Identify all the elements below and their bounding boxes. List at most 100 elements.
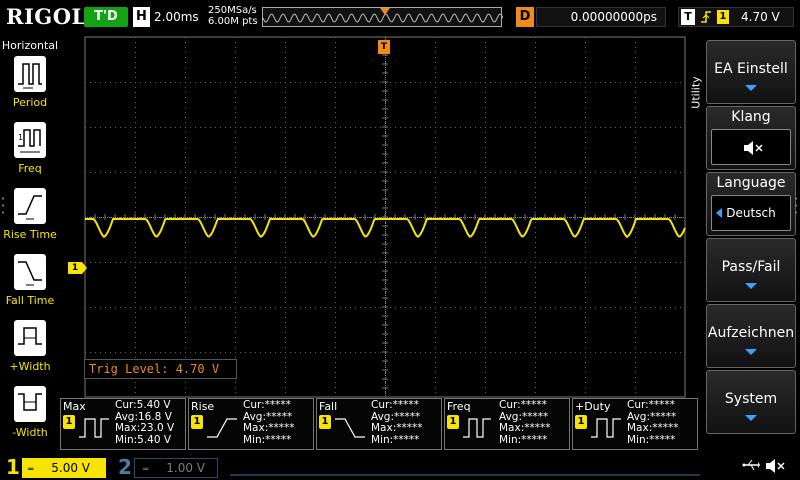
stat-min: Min:***** (499, 433, 548, 446)
measurement-channel-badge: 1 (319, 415, 331, 429)
language-select[interactable]: Deutsch (711, 195, 791, 231)
measure-panel: Horizontal Period 1 Freq Rise Time Fall … (0, 36, 60, 450)
language-button[interactable]: Language Deutsch (706, 172, 796, 236)
aufzeichnen-button[interactable]: Aufzeichnen (706, 304, 796, 368)
ch1-number: 1 (6, 455, 20, 479)
system-label: System (724, 391, 778, 407)
klang-label: Klang (731, 109, 771, 125)
minus-width-icon (14, 386, 46, 422)
ch2-scale[interactable]: ═ 1.00 V (134, 458, 218, 478)
ea-einstell-button[interactable]: EA Einstell (706, 40, 796, 104)
ch1-scale-value: 5.00 V (51, 461, 90, 475)
utility-menu: Utility EA Einstell Klang Language Deuts… (686, 36, 800, 450)
fall-time-icon (335, 418, 365, 438)
measurement-rise[interactable]: Rise 1 Cur:***** Avg:***** Max:***** Min… (188, 398, 314, 450)
aufzeichnen-label: Aufzeichnen (707, 325, 795, 341)
pass-fail-button[interactable]: Pass/Fail (706, 238, 796, 302)
stat-cur: Cur:***** (499, 399, 547, 411)
measurement-name: Freq (447, 400, 471, 413)
chevron-left-icon (716, 208, 722, 218)
measurement-stats: Cur:5.40 V Avg:16.8 V Max:23.0 V Min:5.4… (115, 399, 175, 446)
chevron-down-icon (745, 283, 757, 289)
bottom-divider (230, 474, 700, 476)
stat-max: Max:***** (371, 422, 423, 434)
rigol-logo: RIGOL (6, 4, 87, 29)
speaker-mute-icon (744, 141, 763, 155)
system-button[interactable]: System (706, 370, 796, 434)
stat-max: Max:***** (243, 422, 295, 434)
stat-min: Min:5.40 V (115, 433, 172, 446)
ea-einstell-label: EA Einstell (714, 61, 788, 77)
page-dots-right: • • • (794, 195, 799, 217)
run-state-badge[interactable]: T'D (84, 7, 128, 27)
period-button[interactable]: Period (2, 56, 58, 118)
delay-badge: D (516, 7, 534, 27)
klang-button[interactable]: Klang (706, 106, 796, 170)
svg-text:1: 1 (18, 133, 23, 142)
measurement-plus-duty[interactable]: +Duty 1 Cur:***** Avg:***** Max:***** Mi… (572, 398, 698, 450)
measurement-channel-badge: 1 (191, 415, 203, 429)
plus-width-label: +Width (9, 360, 51, 373)
measurement-stats: Cur:***** Avg:***** Max:***** Min:***** (627, 399, 679, 446)
measurement-name: Rise (191, 400, 215, 413)
trig-level-readout: Trig Level: 4.70 V (84, 359, 237, 379)
stat-cur: Cur:***** (243, 399, 291, 411)
measurement-stats: Cur:***** Avg:***** Max:***** Min:***** (243, 399, 295, 446)
memory-overview-bar[interactable] (262, 7, 503, 27)
freq-label: Freq (18, 162, 42, 175)
measurement-channel-badge: 1 (575, 415, 587, 429)
delay-value[interactable]: 0.00000000ps (536, 7, 666, 27)
fall-time-label: Fall Time (5, 294, 55, 307)
sample-rate: 250MSa/s (208, 5, 257, 16)
menu-tab: Utility (686, 36, 706, 166)
plus-width-icon (14, 320, 46, 356)
ch1-scale: ═ 5.00 V (22, 458, 106, 478)
timebase-value[interactable]: 2.00ms (154, 10, 199, 24)
plus-duty-icon (591, 418, 621, 438)
measurement-channel-badge: 1 (447, 415, 459, 429)
trigger-status[interactable]: T 1 4.70 V (678, 7, 794, 27)
stat-cur: Cur:***** (371, 399, 419, 411)
trigger-badge: T (681, 9, 695, 25)
page-dots-left: • • • (1, 195, 6, 217)
menu-tab-label: Utility (689, 76, 703, 109)
rise-time-button[interactable]: Rise Time (2, 188, 58, 250)
freq-icon: 1 (14, 122, 46, 158)
stat-min: Min:***** (627, 433, 676, 446)
klang-toggle[interactable] (711, 129, 791, 165)
chevron-down-icon (745, 415, 757, 421)
stat-min: Min:***** (243, 433, 292, 446)
period-icon (14, 56, 46, 92)
rise-time-icon (14, 188, 46, 224)
stat-max: Max:23.0 V (115, 422, 175, 434)
ch1-offset-marker[interactable]: 1 (68, 262, 87, 274)
measurement-max[interactable]: Max 1 Cur:5.40 V Avg:16.8 V Max:23.0 V M… (60, 398, 186, 450)
language-label: Language (716, 175, 786, 191)
minus-width-button[interactable]: -Width (2, 386, 58, 448)
chevron-down-icon (745, 85, 757, 91)
fall-time-button[interactable]: Fall Time (2, 254, 58, 316)
measurement-channel-badge: 1 (63, 415, 75, 429)
dc-coupling-icon: ═ (28, 465, 34, 475)
trigger-position-marker[interactable]: T (378, 40, 390, 54)
measurement-name: +Duty (575, 400, 611, 413)
ch1-button[interactable]: 1 ═ 5.00 V (0, 454, 110, 479)
stat-max: Max:***** (627, 422, 679, 434)
usb-icon (742, 458, 760, 476)
stat-cur: Cur:5.40 V (115, 399, 171, 411)
freq-icon (463, 418, 491, 438)
ch2-number[interactable]: 2 (118, 454, 132, 480)
trigger-level-value: 4.70 V (741, 10, 780, 24)
plus-width-button[interactable]: +Width (2, 320, 58, 382)
ch2-scale-value: 1.00 V (166, 461, 205, 475)
freq-button[interactable]: 1 Freq (2, 122, 58, 184)
measurement-freq[interactable]: Freq 1 Cur:***** Avg:***** Max:***** Min… (444, 398, 570, 450)
waveform-display[interactable] (84, 36, 686, 398)
measurement-fall[interactable]: Fall 1 Cur:***** Avg:***** Max:***** Min… (316, 398, 442, 450)
max-icon (79, 418, 109, 438)
minus-width-label: -Width (12, 426, 48, 439)
measurement-name: Max (63, 400, 86, 413)
fall-time-icon (14, 254, 46, 290)
acquisition-info: 250MSa/s 6.00M pts (208, 5, 258, 27)
channel-bar: 1 ═ 5.00 V 2 ═ 1.00 V (0, 452, 800, 480)
